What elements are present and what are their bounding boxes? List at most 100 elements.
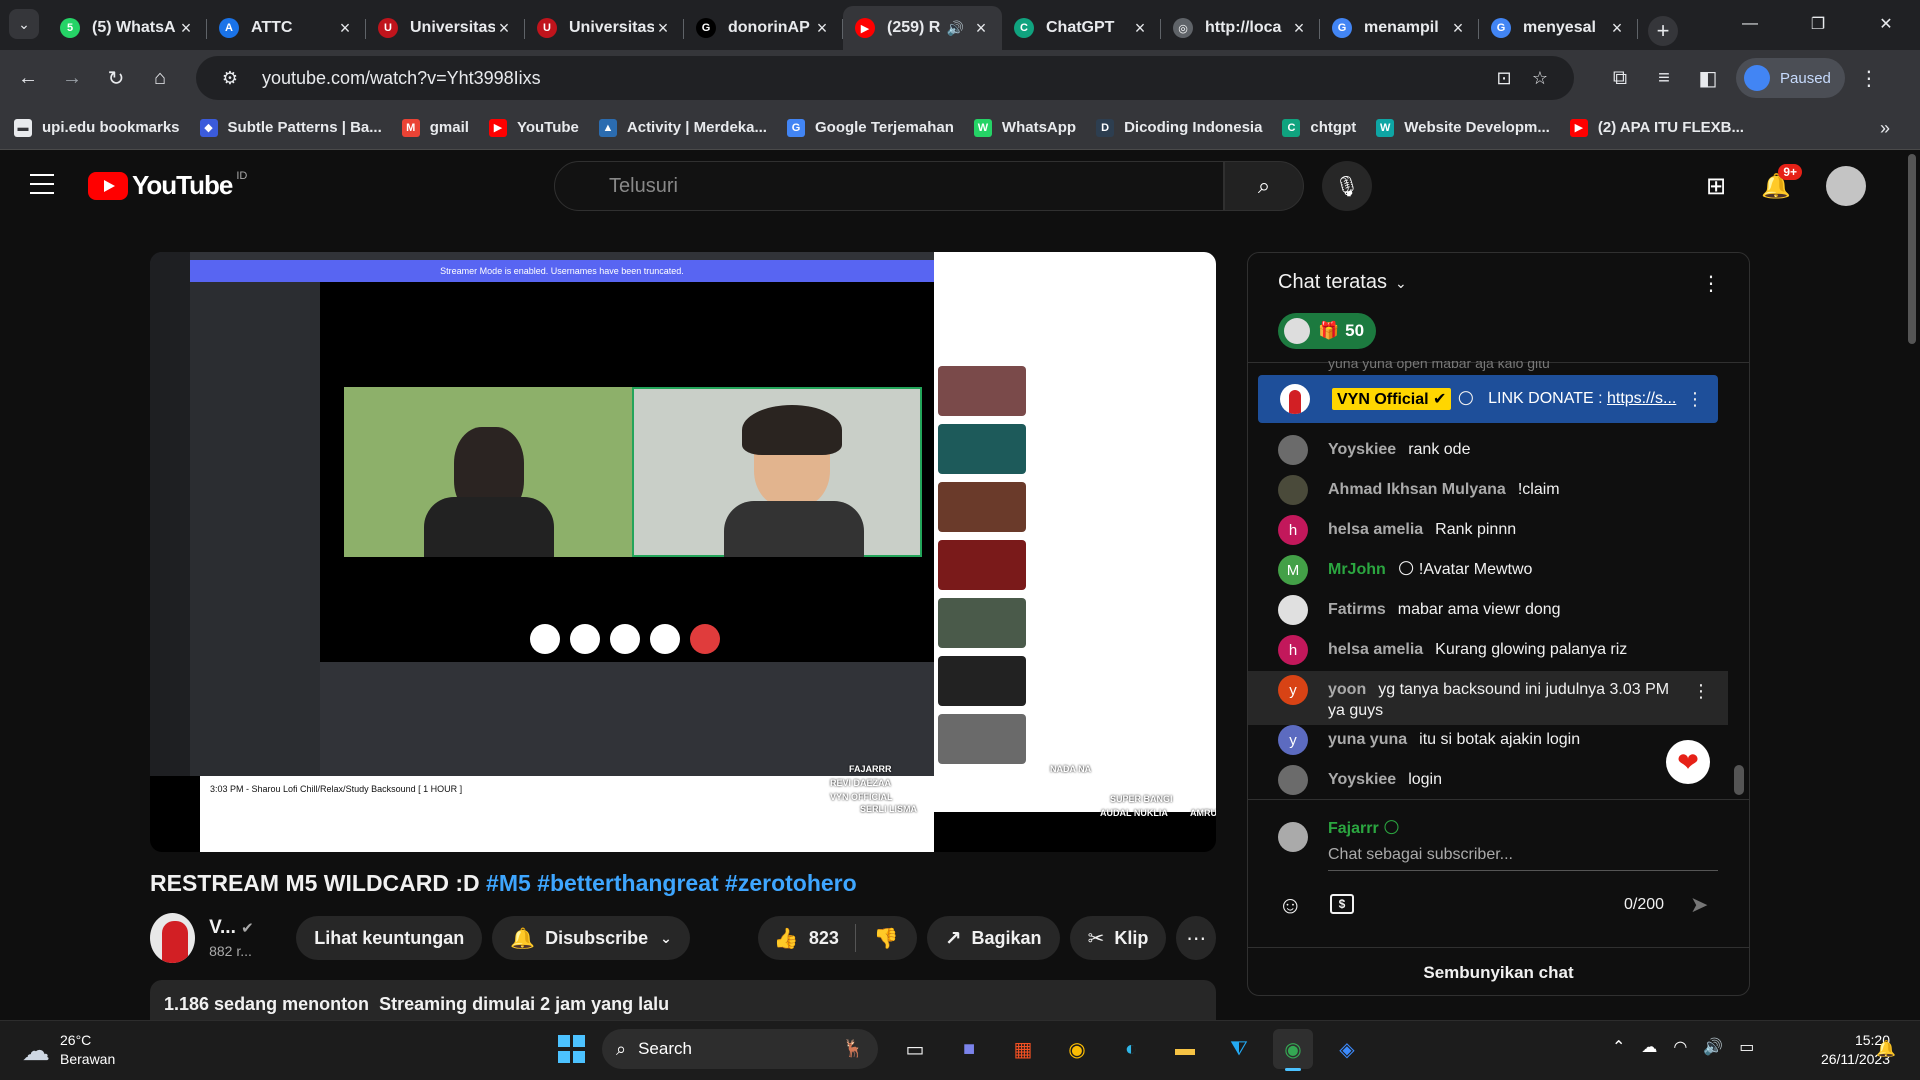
bookmark-item[interactable]: W Website Developm... — [1376, 118, 1550, 137]
bookmark-item[interactable]: ▲ Activity | Merdeka... — [598, 118, 767, 137]
browser-tab[interactable]: A ATTC × — [207, 9, 366, 47]
weather-widget[interactable]: ☁ 26°C Berawan — [22, 1031, 115, 1069]
media-controls-icon[interactable]: ≡ — [1644, 58, 1684, 98]
super-chat-icon[interactable]: $ — [1330, 894, 1354, 914]
bookmark-item[interactable]: ▬ upi.edu bookmarks — [14, 118, 180, 137]
reaction-heart-button[interactable]: ❤ — [1666, 740, 1710, 784]
chat-mode-selector[interactable]: Chat teratas ⌄ — [1278, 271, 1407, 294]
subscribed-button[interactable]: 🔔 Disubscribe ⌄ — [492, 916, 690, 960]
browser-tab[interactable]: Gmenampil × — [1320, 9, 1479, 47]
bookmark-item[interactable]: Mgmail — [401, 118, 469, 137]
audio-playing-icon[interactable]: 🔊 — [947, 20, 964, 37]
chat-message[interactable]: M MrJohn 🌕 !Avatar Mewtwo — [1248, 555, 1728, 585]
channel-name[interactable]: V... ✔ — [209, 917, 272, 939]
close-tab-icon[interactable]: × — [1608, 18, 1626, 39]
meet-icon[interactable]: ■ — [949, 1029, 989, 1069]
microsoft-store-icon[interactable]: ▦ — [1003, 1029, 1043, 1069]
chat-menu-icon[interactable]: ⋮ — [1701, 271, 1721, 296]
start-button[interactable] — [552, 1029, 592, 1069]
chat-message[interactable]: Fatirms mabar ama viewr dong — [1248, 595, 1728, 625]
dislike-button[interactable]: 👎 — [856, 926, 917, 951]
browser-tab[interactable]: GdonorinAP × — [684, 9, 843, 47]
side-panel-icon[interactable]: ◧ — [1688, 58, 1728, 98]
chat-message[interactable]: y yoon yg tanya backsound ini judulnya 3.0… — [1248, 671, 1728, 725]
app-icon[interactable]: ◈ — [1327, 1029, 1367, 1069]
bookmark-item[interactable]: W WhatsApp — [973, 118, 1076, 137]
chat-message[interactable]: Yoyskiee rank ode — [1248, 435, 1728, 465]
hide-chat-button[interactable]: Sembunyikan chat — [1248, 947, 1749, 995]
bookmark-item[interactable]: ▶ YouTube — [488, 118, 579, 137]
chat-message[interactable]: Yoyskiee login — [1248, 765, 1728, 795]
browser-tab[interactable]: ▶ (259) R 🔊 × — [843, 6, 1002, 50]
pinned-menu-icon[interactable]: ⋮ — [1686, 389, 1704, 410]
bookmark-item[interactable]: Cchtgpt — [1282, 118, 1356, 137]
close-window-button[interactable]: ✕ — [1852, 0, 1920, 48]
chat-scrollbar[interactable] — [1734, 765, 1744, 795]
close-tab-icon[interactable]: × — [336, 18, 354, 39]
more-bookmarks-icon[interactable]: » — [1880, 118, 1890, 139]
notification-center-icon[interactable]: 🔔 — [1876, 1039, 1896, 1059]
gift-membership-ticker[interactable]: 🎁 50 — [1278, 313, 1377, 349]
chrome-profile-icon[interactable]: ◉ — [1273, 1029, 1313, 1071]
chat-author-name[interactable]: Yoyskiee — [1328, 771, 1396, 788]
browser-tab[interactable]: ◎ http://loca × — [1161, 9, 1320, 47]
chrome-icon[interactable]: ◉ — [1057, 1029, 1097, 1069]
bookmark-item[interactable]: ◆ Subtle Patterns | Ba... — [199, 118, 382, 137]
close-tab-icon[interactable]: × — [1131, 18, 1149, 39]
battery-icon[interactable]: ▭ — [1739, 1037, 1754, 1057]
perks-button[interactable]: Lihat keuntungan — [296, 916, 483, 960]
chat-author-name[interactable]: helsa amelia — [1328, 641, 1423, 658]
account-avatar[interactable] — [1826, 166, 1866, 206]
tab-search-button[interactable]: ⌄ — [9, 9, 39, 39]
bookmark-item[interactable]: D Dicoding Indonesia — [1096, 118, 1262, 137]
emoji-picker-icon[interactable]: ☺ — [1278, 892, 1303, 920]
bookmark-item[interactable]: G Google Terjemahan — [786, 118, 954, 137]
restore-button[interactable]: ❐ — [1784, 0, 1852, 48]
send-icon[interactable]: ➤ — [1690, 892, 1708, 918]
close-tab-icon[interactable]: × — [654, 18, 672, 39]
forward-button[interactable]: → — [52, 58, 92, 98]
chat-author-name[interactable]: MrJohn — [1328, 561, 1386, 578]
onedrive-icon[interactable]: ☁ — [1641, 1037, 1657, 1057]
close-tab-icon[interactable]: × — [495, 18, 513, 39]
browser-tab[interactable]: 5 (5) WhatsA × — [48, 9, 207, 47]
profile-button[interactable]: Paused — [1736, 58, 1845, 98]
video-hashtags[interactable]: #M5 #betterthangreat #zerotohero — [486, 870, 857, 896]
browser-tab[interactable]: U Universitas × — [366, 9, 525, 47]
chat-input[interactable]: Chat sebagai subscriber... — [1328, 846, 1513, 864]
chat-message[interactable]: h helsa amelia Kurang glowing palanya riz — [1248, 635, 1728, 665]
reload-button[interactable]: ↻ — [96, 58, 136, 98]
video-player[interactable]: Streamer Mode is enabled. Usernames have… — [150, 252, 1216, 852]
like-button[interactable]: 👍 823 — [758, 924, 856, 952]
task-view-icon[interactable]: ▭ — [895, 1029, 935, 1069]
guide-menu-icon[interactable] — [30, 174, 54, 194]
close-tab-icon[interactable]: × — [177, 18, 195, 39]
chat-author-name[interactable]: yuna yuna — [1328, 731, 1407, 748]
minimize-button[interactable]: — — [1716, 0, 1784, 48]
notifications-button[interactable]: 🔔 9+ — [1752, 164, 1802, 208]
browser-menu-icon[interactable]: ⋮ — [1849, 58, 1889, 98]
browser-tab[interactable]: U Universitas × — [525, 9, 684, 47]
show-hidden-icons[interactable]: ⌃ — [1612, 1037, 1625, 1057]
close-tab-icon[interactable]: × — [1290, 18, 1308, 39]
close-tab-icon[interactable]: × — [1449, 18, 1467, 39]
chat-author-name[interactable]: helsa amelia — [1328, 521, 1423, 538]
close-tab-icon[interactable]: × — [813, 18, 831, 39]
taskbar-search[interactable]: ⌕ Search 🦌 — [602, 1029, 878, 1069]
edge-icon[interactable]: ◐ — [1111, 1029, 1151, 1069]
extensions-icon[interactable]: ⧉ — [1600, 58, 1640, 98]
chat-message[interactable]: y yuna yuna itu si botak ajakin login — [1248, 725, 1728, 755]
home-button[interactable]: ⌂ — [140, 58, 180, 98]
pinned-link[interactable]: https://s... — [1607, 390, 1676, 407]
install-app-icon[interactable]: ⊡ — [1486, 68, 1522, 89]
search-button[interactable]: ⌕ — [1224, 161, 1304, 211]
voice-search-button[interactable]: 🎙 — [1322, 161, 1372, 211]
channel-avatar[interactable] — [150, 913, 196, 963]
bookmark-item[interactable]: ▶ (2) APA ITU FLEXB... — [1569, 118, 1744, 137]
page-scrollbar[interactable] — [1904, 150, 1920, 1020]
chat-author-name[interactable]: Yoyskiee — [1328, 441, 1396, 458]
more-actions-button[interactable]: ⋯ — [1176, 916, 1216, 960]
share-button[interactable]: ↗ Bagikan — [926, 916, 1060, 960]
browser-tab[interactable]: C ChatGPT × — [1002, 9, 1161, 47]
chat-message[interactable]: Ahmad Ikhsan Mulyana !claim — [1248, 475, 1728, 505]
